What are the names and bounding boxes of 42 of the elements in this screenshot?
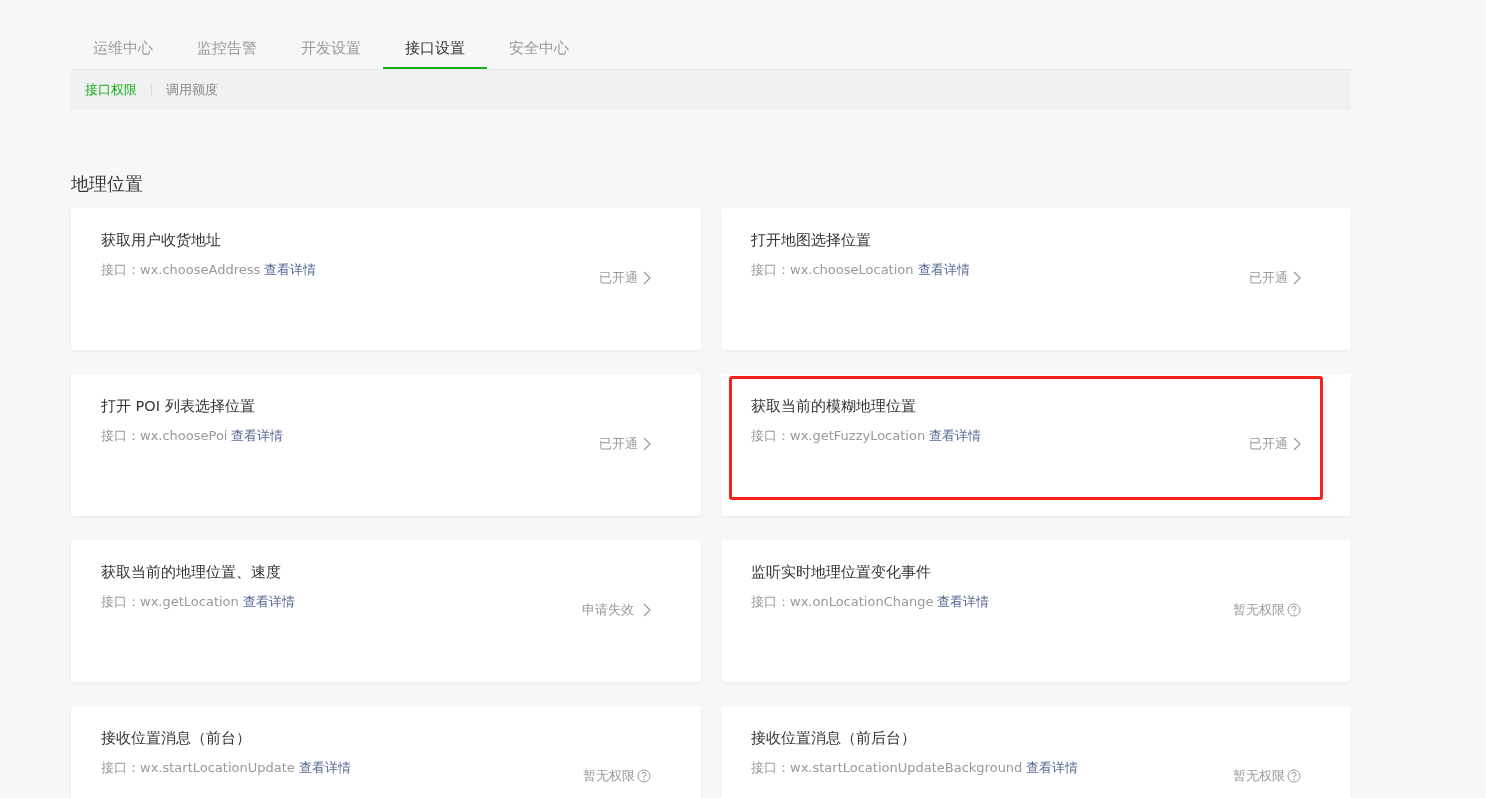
status-text: 暂无权限 <box>1233 601 1285 619</box>
status-text: 已开通 <box>1249 269 1288 287</box>
status-text: 已开通 <box>599 435 638 453</box>
api-name: 接口：wx.startLocationUpdate <box>101 760 295 775</box>
api-name: 接口：wx.onLocationChange <box>751 594 934 609</box>
status-text: 暂无权限 <box>1233 767 1285 785</box>
card-title: 打开 POI 列表选择位置 <box>101 397 256 416</box>
api-name: 接口：wx.getLocation <box>101 594 239 609</box>
details-link[interactable]: 查看详情 <box>1026 760 1079 775</box>
card-title: 接收位置消息（前后台） <box>751 729 917 748</box>
status-text: 已开通 <box>1249 435 1288 453</box>
chevron-icon[interactable] <box>1293 271 1301 285</box>
card-title: 打开地图选择位置 <box>751 231 872 250</box>
status-text: 暂无权限 <box>583 767 635 785</box>
card-title: 获取当前的模糊地理位置 <box>751 397 917 416</box>
details-link[interactable]: 查看详情 <box>264 262 317 277</box>
status-text: 申请失效 <box>582 601 634 619</box>
api-name: 接口：wx.startLocationUpdateBackground <box>751 760 1023 775</box>
chevron-icon[interactable] <box>643 437 651 451</box>
details-link[interactable]: 查看详情 <box>242 594 295 609</box>
help-icon[interactable] <box>1287 603 1301 617</box>
help-icon[interactable] <box>1287 769 1301 783</box>
help-icon[interactable] <box>637 769 651 783</box>
chevron-icon[interactable] <box>643 271 651 285</box>
api-name: 接口：wx.chooseAddress <box>101 262 261 277</box>
api-name: 接口：wx.choosePoi <box>101 428 228 443</box>
card-title: 接收位置消息（前台） <box>101 729 252 748</box>
details-link[interactable]: 查看详情 <box>298 760 351 775</box>
chevron-icon[interactable] <box>643 603 651 617</box>
section-title: 地理位置 <box>71 172 144 196</box>
card-title: 监听实时地理位置变化事件 <box>751 563 932 582</box>
api-name: 接口：wx.chooseLocation <box>751 262 914 277</box>
status-text: 已开通 <box>599 269 638 287</box>
details-link[interactable]: 查看详情 <box>929 428 982 443</box>
api-name: 接口：wx.getFuzzyLocation <box>751 428 926 443</box>
details-link[interactable]: 查看详情 <box>937 594 990 609</box>
card-title: 获取当前的地理位置、速度 <box>101 563 282 582</box>
details-link[interactable]: 查看详情 <box>231 428 284 443</box>
subnav-tab[interactable]: 调用额度 <box>166 81 218 99</box>
card-title: 获取用户收货地址 <box>101 231 222 250</box>
chevron-icon[interactable] <box>1293 437 1301 451</box>
details-link[interactable]: 查看详情 <box>917 262 970 277</box>
